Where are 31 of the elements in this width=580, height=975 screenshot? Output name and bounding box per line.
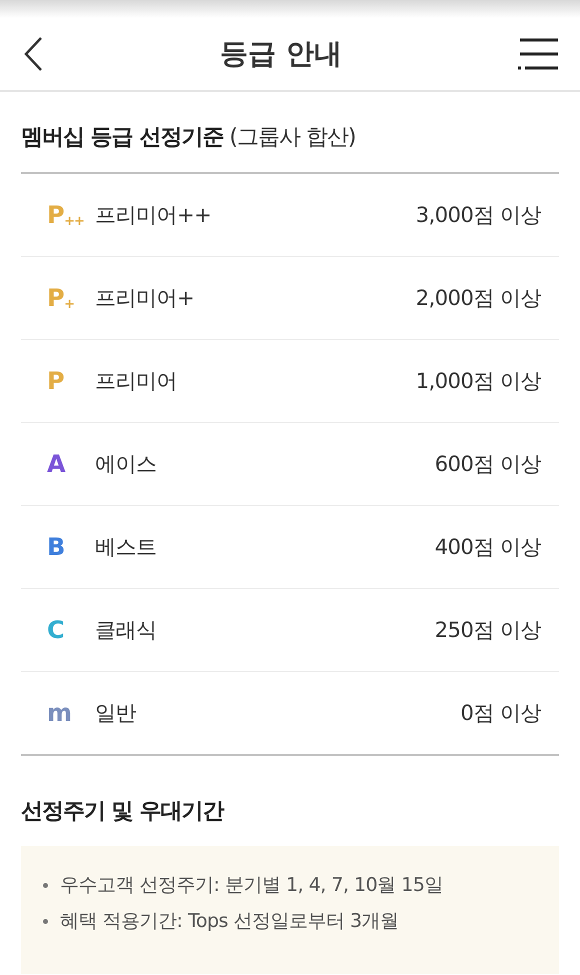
- grade-name: 에이스: [95, 451, 158, 478]
- back-button[interactable]: [22, 35, 44, 73]
- grade-points: 3,000점 이상: [416, 202, 541, 229]
- grade-points: 400점 이상: [434, 534, 541, 561]
- bullet-icon: [43, 882, 48, 888]
- grade-points: 600점 이상: [434, 451, 541, 478]
- grade-badge-icon: B: [47, 533, 81, 561]
- grade-name: 일반: [95, 700, 137, 727]
- grade-points: 250점 이상: [434, 617, 541, 644]
- grade-badge-icon: P$_{++}$: [47, 201, 81, 229]
- grade-name: 프리미어++: [95, 202, 212, 229]
- info-text: 우수고객 선정주기: 분기별 1, 4, 7, 10월 15일: [60, 873, 443, 898]
- grade-points: 2,000점 이상: [416, 285, 541, 312]
- menu-button[interactable]: [518, 38, 558, 70]
- section-title: 멤버십 등급 선정기준: [21, 124, 224, 152]
- section-note: (그룹사 합산): [229, 124, 356, 152]
- grade-badge-icon: A: [47, 450, 81, 478]
- bullet-icon: [43, 918, 48, 924]
- grade-name: 클래식: [95, 617, 158, 644]
- grade-badge-icon: m: [47, 699, 81, 727]
- grade-badge-icon: C: [47, 616, 81, 644]
- section-title: 선정주기 및 우대기간: [21, 798, 224, 826]
- page-title: 등급 안내: [220, 36, 342, 72]
- grade-name: 프리미어: [95, 368, 178, 395]
- grade-points: 0점 이상: [460, 700, 541, 727]
- grade-badge-icon: P: [47, 367, 81, 395]
- grade-badge-icon: P$_{+}$: [47, 284, 81, 312]
- grade-name: 베스트: [95, 534, 158, 561]
- info-text: 혜택 적용기간: Tops 선정일로부터 3개월: [60, 909, 399, 934]
- grade-points: 1,000점 이상: [416, 368, 541, 395]
- grade-name: 프리미어+: [95, 285, 196, 312]
